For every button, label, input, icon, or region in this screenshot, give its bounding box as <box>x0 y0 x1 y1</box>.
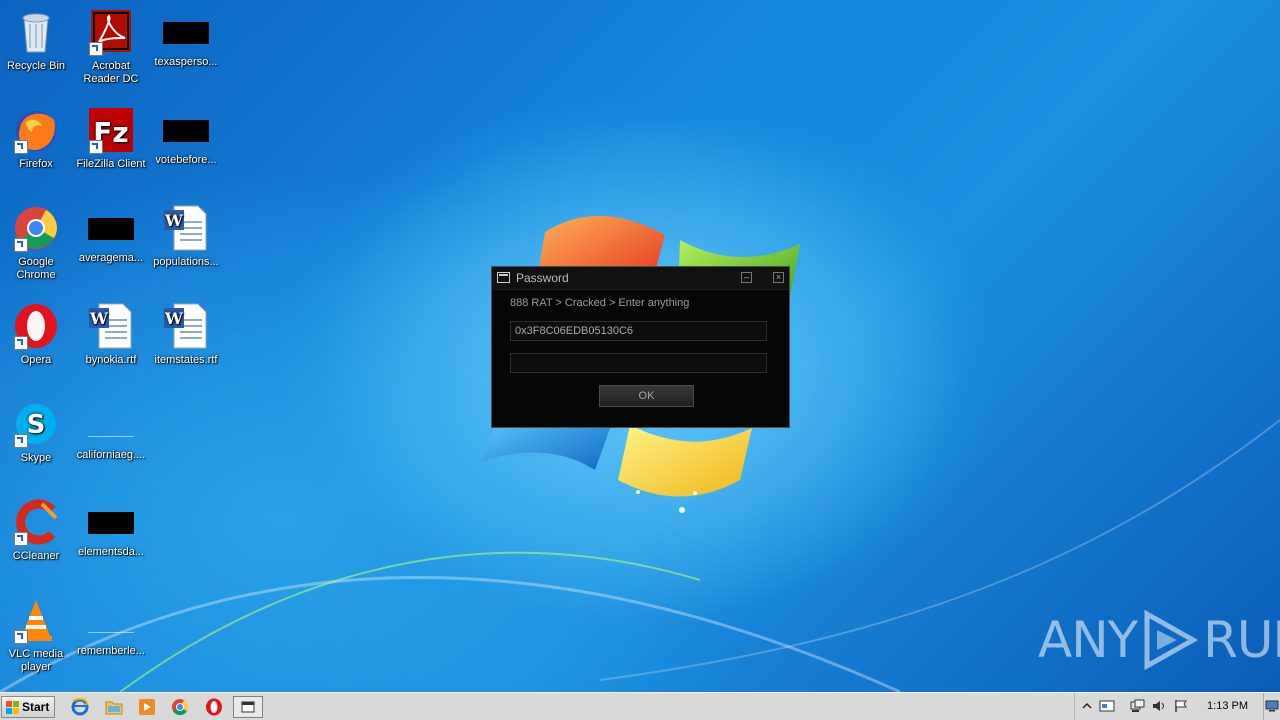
desktop-icon-label: CCleaner <box>12 550 60 562</box>
word-document-icon: W <box>164 303 207 349</box>
desktop-icon-label: Skype <box>20 452 52 464</box>
desktop-icon-firefox[interactable]: Firefox <box>0 106 74 171</box>
window-app-icon <box>497 272 510 283</box>
ok-button[interactable]: OK <box>599 385 694 407</box>
desktop-icon-file[interactable]: W populations... <box>148 204 224 269</box>
show-desktop-button[interactable] <box>1263 693 1280 720</box>
taskbar: Start 1:13 PM <box>0 692 1280 720</box>
window-icon <box>241 701 255 713</box>
desktop-icon-file[interactable]: californiaeg.... <box>73 400 149 462</box>
redacted-icon <box>88 218 134 240</box>
network-icon[interactable] <box>1129 699 1145 713</box>
svg-text:W: W <box>164 309 184 328</box>
system-tray: 1:13 PM <box>1074 693 1280 720</box>
word-document-icon: W <box>164 205 207 251</box>
blank-file-icon <box>88 610 134 633</box>
desktop-icon-label: Firefox <box>19 158 53 170</box>
recycle-bin-icon <box>22 13 50 53</box>
desktop-icon-chrome[interactable]: Google Chrome <box>0 204 74 282</box>
media-player-icon[interactable] <box>137 697 157 717</box>
desktop-icon-file[interactable]: texasperso... <box>148 8 224 69</box>
desktop-icon-label: populations... <box>153 256 219 268</box>
desktop-icon-filezilla[interactable]: Fz FileZilla Client <box>73 106 149 171</box>
svg-text:W: W <box>164 211 184 230</box>
anyrun-watermark: ANY RUN <box>1038 610 1280 670</box>
redacted-icon <box>88 512 134 534</box>
dialog-title: Password <box>516 271 569 285</box>
redacted-icon <box>163 22 209 44</box>
desktop-icon-label: Opera <box>20 354 52 366</box>
desktop[interactable]: Recycle Bin Firefox Google Chrome Opera … <box>0 0 1280 692</box>
dialog-prompt: 888 RAT > Cracked > Enter anything <box>510 297 690 309</box>
close-button[interactable]: × <box>773 272 784 283</box>
minimize-button[interactable]: – <box>741 272 752 283</box>
desktop-icon-label: rememberle... <box>77 645 145 657</box>
ie-icon[interactable] <box>70 697 90 717</box>
start-button[interactable]: Start <box>1 696 55 718</box>
dialog-titlebar[interactable]: Password – × <box>492 267 789 290</box>
opera-taskbar-icon[interactable] <box>204 697 224 717</box>
desktop-icon-file[interactable]: elementsda... <box>73 498 149 559</box>
desktop-icon-label: votebefore... <box>155 154 217 166</box>
redacted-icon <box>163 120 209 142</box>
password-input[interactable] <box>510 353 767 373</box>
desktop-icon-acrobat[interactable]: Acrobat Reader DC <box>73 8 149 86</box>
desktop-icon-label: bynokia.rtf <box>85 354 137 366</box>
flag-icon[interactable] <box>1173 699 1189 713</box>
svg-text:W: W <box>89 309 109 328</box>
play-triangle-icon <box>1144 610 1199 670</box>
desktop-icon-label: Google Chrome <box>16 256 56 281</box>
desktop-icon-label: elementsda... <box>77 546 145 558</box>
show-hidden-icons[interactable] <box>1079 699 1095 713</box>
desktop-icon-opera[interactable]: Opera <box>0 302 74 367</box>
desktop-icon-label: Recycle Bin <box>6 60 66 72</box>
explorer-icon[interactable] <box>104 697 124 717</box>
clock[interactable]: 1:13 PM <box>1207 700 1248 712</box>
action-center-icon[interactable] <box>1099 699 1115 713</box>
blank-file-icon <box>88 414 134 437</box>
desktop-icon-label: californiaeg.... <box>76 449 146 461</box>
chrome-taskbar-icon[interactable] <box>170 697 190 717</box>
desktop-icon-file[interactable]: averagema... <box>73 204 149 265</box>
volume-icon[interactable] <box>1151 699 1167 713</box>
desktop-icon-file[interactable]: votebefore... <box>148 106 224 167</box>
desktop-icon-label: itemstates.rtf <box>154 354 218 366</box>
desktop-icon-recycle-bin[interactable]: Recycle Bin <box>0 8 74 73</box>
desktop-icon-file[interactable]: W itemstates.rtf <box>148 302 224 367</box>
word-document-icon: W <box>89 303 132 349</box>
monitor-icon <box>1265 700 1279 712</box>
desktop-icon-file[interactable]: rememberle... <box>73 596 149 658</box>
desktop-icon-label: VLC media player <box>8 648 64 673</box>
desktop-icon-label: Acrobat Reader DC <box>83 60 139 85</box>
hwid-field[interactable] <box>510 321 767 341</box>
watermark-run: RUN <box>1203 611 1280 669</box>
password-dialog[interactable]: Password – × 888 RAT > Cracked > Enter a… <box>491 266 790 428</box>
desktop-icon-ccleaner[interactable]: CCleaner <box>0 498 74 563</box>
desktop-icon-vlc[interactable]: VLC media player <box>0 596 74 674</box>
desktop-icon-label: averagema... <box>78 252 144 264</box>
desktop-icon-file[interactable]: W bynokia.rtf <box>73 302 149 367</box>
desktop-icon-skype[interactable]: S Skype <box>0 400 74 465</box>
svg-text:S: S <box>27 410 46 440</box>
watermark-any: ANY <box>1038 611 1138 669</box>
desktop-icon-label: texasperso... <box>154 56 218 68</box>
windows-flag-icon <box>6 701 19 714</box>
start-label: Start <box>22 700 50 714</box>
desktop-icon-label: FileZilla Client <box>76 158 146 170</box>
password-window-taskbar-button[interactable] <box>233 696 263 718</box>
